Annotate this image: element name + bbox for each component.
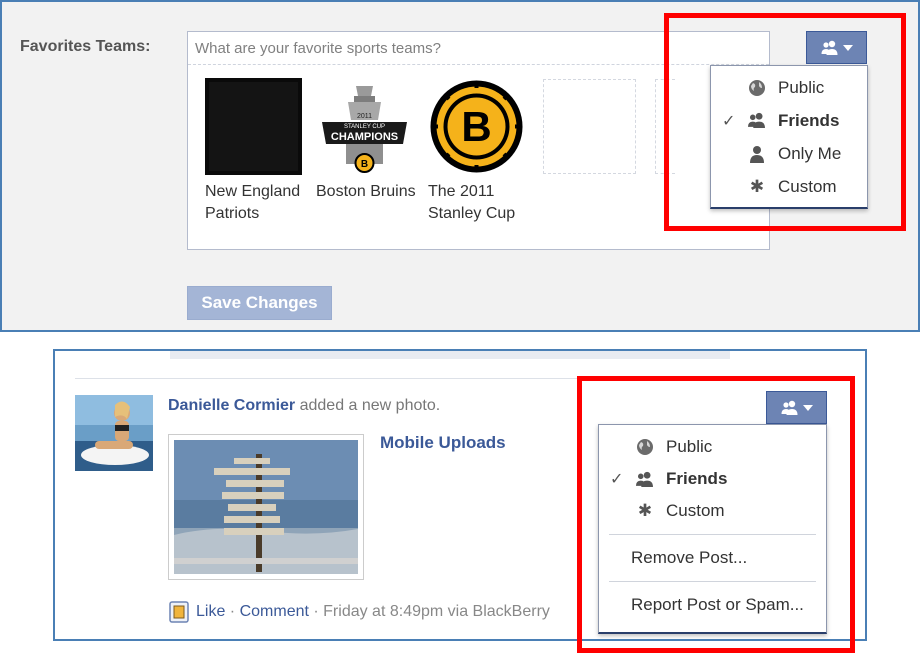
globe-icon — [635, 437, 655, 457]
team-name: New England Patriots — [205, 183, 301, 222]
person-icon — [747, 144, 767, 164]
friends-icon — [747, 111, 767, 131]
team-name: The 2011 Stanley Cup — [428, 183, 516, 222]
team-name: Boston Bruins — [316, 183, 416, 200]
favorite-teams-box: New England Patriots 2011 STANLEY CUP CH… — [187, 31, 770, 250]
privacy-option-custom[interactable]: ✱ Custom — [599, 495, 826, 527]
footer-separator: · — [225, 603, 240, 620]
mobile-upload-icon — [169, 601, 189, 623]
divider — [75, 378, 850, 379]
checkmark-icon: ✓ — [722, 112, 736, 130]
option-label: Custom — [778, 176, 837, 196]
option-label: Remove Post... — [631, 548, 748, 567]
team-item-bruins[interactable]: 2011 STANLEY CUP CHAMPIONS B Boston Brui… — [316, 78, 426, 203]
story-footer: Like · Comment · Friday at 8:49pm via Bl… — [168, 600, 550, 624]
favorite-teams-input[interactable] — [188, 32, 769, 65]
post-options-dropdown: Public ✓ Friends ✱ Custom Remove Post...… — [598, 424, 827, 634]
option-label: Friends — [666, 469, 728, 488]
option-label: Public — [666, 437, 713, 456]
gear-icon: ✱ — [749, 176, 765, 196]
checkmark-icon: ✓ — [610, 471, 624, 488]
logo-text-year: 2011 — [357, 113, 372, 120]
story-action-text: added a new photo. — [295, 397, 441, 414]
avatar[interactable] — [75, 395, 153, 471]
logo-text-cup: STANLEY CUP — [344, 124, 385, 130]
svg-text:B: B — [461, 103, 491, 150]
like-link[interactable]: Like — [196, 603, 225, 621]
post-timestamp: · Friday at 8:49pm via BlackBerry — [308, 603, 550, 620]
chevron-down-icon — [802, 404, 813, 411]
save-changes-button[interactable]: Save Changes — [187, 286, 332, 320]
patriots-image — [205, 78, 302, 175]
top-bar — [170, 351, 730, 359]
album-link[interactable]: Mobile Uploads — [380, 433, 506, 453]
logo-text-champions: CHAMPIONS — [331, 131, 398, 143]
friends-icon — [781, 400, 797, 415]
comment-link[interactable]: Comment — [240, 603, 309, 621]
chevron-down-icon — [842, 44, 853, 51]
svg-text:B: B — [361, 159, 368, 170]
team-item-stanley-cup[interactable]: B The 2011 Stanley Cup — [428, 78, 538, 225]
favorite-teams-label: Favorites Teams: — [20, 38, 151, 55]
report-post-option[interactable]: Report Post or Spam... — [599, 589, 826, 621]
friends-icon — [635, 469, 655, 489]
privacy-selector-button[interactable] — [766, 391, 827, 424]
menu-divider — [609, 581, 816, 582]
gear-icon: ✱ — [637, 501, 653, 520]
privacy-dropdown: Public ✓ Friends Only Me ✱ Custom — [710, 65, 868, 209]
privacy-option-friends[interactable]: ✓ Friends — [711, 104, 867, 137]
option-label: Public — [778, 77, 825, 97]
privacy-option-public[interactable]: Public — [711, 71, 867, 104]
privacy-option-friends[interactable]: ✓ Friends — [599, 463, 826, 495]
menu-divider — [609, 534, 816, 535]
friends-icon — [821, 40, 837, 55]
privacy-selector-button[interactable] — [806, 31, 867, 64]
bruins-logo: B — [428, 78, 525, 175]
globe-icon — [747, 78, 767, 98]
privacy-option-custom[interactable]: ✱ Custom — [711, 170, 867, 203]
privacy-option-public[interactable]: Public — [599, 431, 826, 463]
signpost-photo — [174, 440, 358, 574]
option-label: Report Post or Spam... — [631, 595, 804, 614]
privacy-option-only-me[interactable]: Only Me — [711, 137, 867, 170]
team-item-patriots[interactable]: New England Patriots — [205, 78, 315, 225]
remove-post-option[interactable]: Remove Post... — [599, 542, 826, 574]
profile-edit-panel: Favorites Teams: New England Patriots 20… — [0, 0, 920, 332]
empty-team-slot[interactable] — [655, 79, 675, 174]
option-label: Friends — [778, 110, 840, 130]
stanley-cup-champions-logo: 2011 STANLEY CUP CHAMPIONS B — [316, 78, 413, 175]
story-header: Danielle Cormier added a new photo. — [168, 397, 440, 415]
photo-thumbnail[interactable] — [168, 434, 364, 580]
option-label: Custom — [666, 501, 725, 520]
author-link[interactable]: Danielle Cormier — [168, 397, 295, 414]
option-label: Only Me — [778, 143, 842, 163]
empty-team-slot[interactable] — [543, 79, 636, 174]
